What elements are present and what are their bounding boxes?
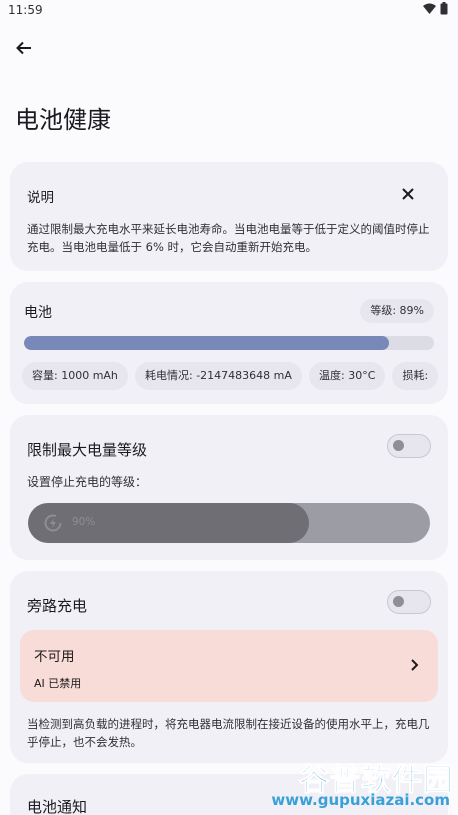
bypass-card: 旁路充电 不可用 AI 已禁用 当检测到高负载的进程时，将充电器电流限制在接近设…	[10, 571, 448, 763]
capacity-chip: 容量: 1000 mAh	[22, 362, 128, 390]
battery-level-fill	[24, 336, 389, 350]
unavailable-subtitle: AI 已禁用	[34, 677, 82, 690]
wear-chip: 损耗:	[392, 362, 439, 390]
status-icons	[423, 2, 448, 15]
arrow-back-icon	[16, 41, 31, 55]
temperature-chip: 温度: 30°C	[309, 362, 386, 390]
notify-title: 电池通知	[27, 798, 88, 815]
bypass-title: 旁路充电	[27, 597, 88, 615]
charging-icon	[44, 514, 62, 532]
unavailable-title: 不可用	[34, 649, 75, 665]
battery-level-bar	[24, 336, 434, 350]
limit-card: 限制最大电量等级 设置停止充电的等级： 90%	[10, 415, 448, 560]
battery-card: 电池 等级: 89% 容量: 1000 mAh 耗电情况: -214748364…	[10, 282, 448, 404]
wifi-icon	[423, 3, 436, 14]
status-bar: 11:59	[0, 0, 458, 22]
limit-title: 限制最大电量等级	[27, 441, 148, 459]
limit-toggle[interactable]	[387, 434, 431, 458]
chevron-right-icon	[411, 659, 419, 671]
back-button[interactable]	[10, 34, 38, 62]
bypass-toggle[interactable]	[387, 590, 431, 614]
info-title: 说明	[27, 190, 54, 206]
slider-fill: 90%	[28, 503, 310, 543]
info-text: 通过限制最大充电水平来延长电池寿命。当电池电量等于低于定义的阈值时停止充电。当电…	[27, 222, 430, 254]
battery-stats[interactable]: 容量: 1000 mAh 耗电情况: -2147483648 mA 温度: 30…	[22, 362, 446, 392]
battery-title: 电池	[24, 305, 52, 321]
close-icon	[402, 188, 414, 200]
current-chip: 耗电情况: -2147483648 mA	[135, 362, 302, 390]
watermark-logo: 谷普软件园 www.gupuxiazai.com	[244, 755, 454, 811]
battery-icon	[440, 2, 448, 15]
close-button[interactable]	[396, 182, 420, 206]
page-title: 电池健康	[15, 106, 111, 134]
charge-limit-slider[interactable]: 90%	[28, 503, 430, 543]
toggle-knob	[393, 596, 404, 607]
toggle-knob	[393, 440, 404, 451]
slider-value-label: 90%	[72, 516, 96, 528]
unavailable-banner[interactable]: 不可用 AI 已禁用	[20, 630, 438, 702]
status-time: 11:59	[8, 3, 43, 17]
watermark-url: www.gupuxiazai.com	[271, 791, 450, 809]
limit-subtitle: 设置停止充电的等级：	[27, 475, 148, 489]
battery-level-badge: 等级: 89%	[360, 299, 434, 323]
info-card: 说明 通过限制最大充电水平来延长电池寿命。当电池电量等于低于定义的阈值时停止充电…	[10, 162, 448, 271]
bypass-description: 当检测到高负载的进程时，将充电器电流限制在接近设备的使用水平上，充电几乎停止，也…	[27, 717, 430, 749]
